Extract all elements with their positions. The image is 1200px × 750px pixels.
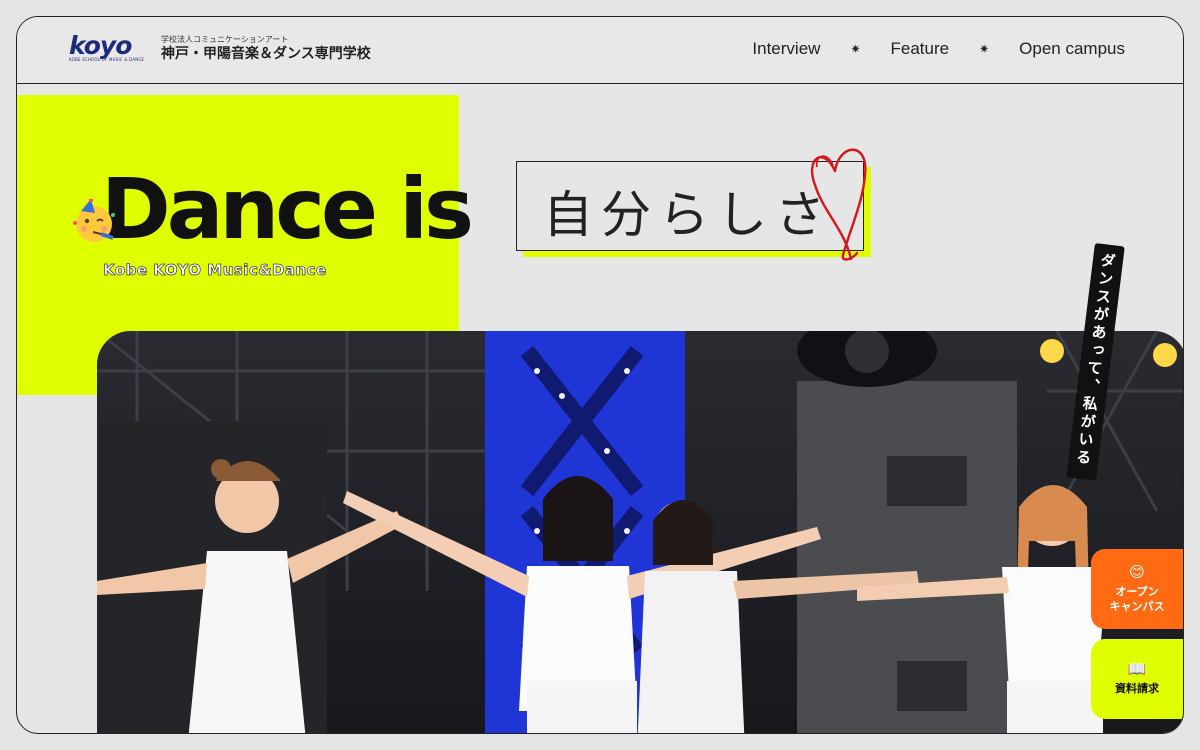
- koyo-logo: koyo KOBE SCHOOL OF MUSIC & DANCE: [69, 31, 147, 65]
- handwritten-text: 自分らしさ: [543, 186, 833, 244]
- school-corporation: 学校法人コミュニケーションアート: [161, 35, 289, 44]
- nav-interview[interactable]: Interview: [752, 39, 820, 59]
- site-header: koyo KOBE SCHOOL OF MUSIC & DANCE 学校法人コミ…: [17, 17, 1183, 84]
- smile-icon: 😊: [1129, 562, 1145, 581]
- nav-separator-icon: ✷: [979, 42, 990, 56]
- open-campus-button[interactable]: 😊 オープン キャンパス: [1091, 549, 1183, 629]
- logo-subtext: KOBE SCHOOL OF MUSIC & DANCE: [69, 57, 145, 62]
- site-logo[interactable]: koyo KOBE SCHOOL OF MUSIC & DANCE 学校法人コミ…: [69, 31, 371, 65]
- request-documents-button[interactable]: 📖 資料請求: [1091, 639, 1183, 719]
- open-campus-label-line1: オープン: [1115, 584, 1159, 598]
- hero-subline: Kobe KOYO Music&Dance: [103, 261, 327, 280]
- book-icon: 📖: [1127, 660, 1147, 678]
- hero-photo: [97, 331, 1183, 733]
- logo-wordmark: koyo: [69, 31, 132, 60]
- school-name: 神戸・甲陽音楽＆ダンス専門学校: [161, 46, 371, 62]
- nav-open-campus[interactable]: Open campus: [1019, 39, 1125, 59]
- heart-doodle-icon: [810, 148, 867, 261]
- main-nav: Interview ✷ Feature ✷ Open campus: [752, 39, 1125, 59]
- nav-separator-icon: ✷: [850, 42, 861, 56]
- dancers-photo-illustration: [97, 331, 1183, 733]
- nav-feature[interactable]: Feature: [891, 39, 950, 59]
- open-campus-label-line2: キャンパス: [1109, 599, 1165, 613]
- request-documents-label: 資料請求: [1115, 682, 1159, 695]
- page-frame: koyo KOBE SCHOOL OF MUSIC & DANCE 学校法人コミ…: [16, 16, 1184, 734]
- party-face-icon: [73, 199, 115, 242]
- hero-headline: Dance is: [101, 160, 474, 258]
- school-title: 学校法人コミュニケーションアート 神戸・甲陽音楽＆ダンス専門学校: [161, 34, 371, 63]
